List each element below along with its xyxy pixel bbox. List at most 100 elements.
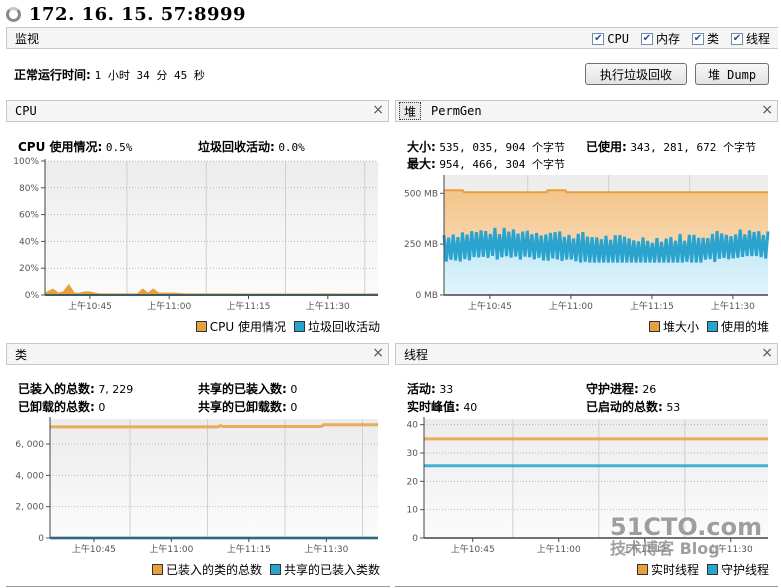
close-icon[interactable]: × xyxy=(372,102,384,118)
classes-chart: 0 2, 000 4, 000 6, 000 上午10:45 上午11:00 上午11:15… xyxy=(15,417,378,555)
legend-item-heap-used: 使用的堆 xyxy=(706,318,769,335)
uptime-label: 正常运行时间: xyxy=(14,68,91,82)
stat-value: 7, 229 xyxy=(98,383,134,396)
stat-label: 已卸载的总数: xyxy=(18,400,95,414)
window-title-bar: 172. 16. 15. 57:8999 xyxy=(6,2,246,26)
legend-swatch xyxy=(269,564,281,575)
y-tick-label: 0 xyxy=(412,534,418,544)
cpu-panel-title: CPU xyxy=(15,104,37,118)
y-tick-label: 250 MB xyxy=(404,240,438,250)
heap-dump-button[interactable]: 堆 Dump xyxy=(695,63,769,85)
stat-value: 343, 281, 672 个字节 xyxy=(630,141,757,154)
legend-swatch xyxy=(706,321,718,332)
x-tick-label: 上午10:45 xyxy=(468,300,512,312)
stat-value: 40 xyxy=(463,401,478,414)
legend-item-daemon: 守护线程 xyxy=(706,561,769,578)
close-icon[interactable]: × xyxy=(761,345,773,361)
heap-used-stat: 已使用: 343, 281, 672 个字节 xyxy=(586,138,756,155)
x-tick-label: 上午10:45 xyxy=(451,543,495,555)
shared-unloaded-stat: 共享的已卸载数: 0 xyxy=(198,398,297,415)
stat-label: 活动: xyxy=(407,382,436,396)
stat-label: 已启动的总数: xyxy=(586,400,663,414)
plot-background xyxy=(50,419,378,538)
stat-label: 大小: xyxy=(407,140,436,154)
x-tick-label: 上午11:15 xyxy=(227,543,271,555)
y-tick-label: 0 xyxy=(38,534,44,544)
legend-label: 守护线程 xyxy=(720,563,769,577)
classes-loaded-stat: 已装入的总数: 7, 229 xyxy=(18,380,133,397)
stat-label: 最大: xyxy=(407,157,436,171)
heap-chart: 0 MB 250 MB 500 MB 上午10:45 上午11:00 上午11:15 上午1… xyxy=(404,175,770,312)
classes-panel-title: 类 xyxy=(15,347,28,362)
threads-peak-stat: 实时峰值: 40 xyxy=(407,398,477,415)
legend-item-gc: 垃圾回收活动 xyxy=(293,318,380,335)
gc-activity-stat: 垃圾回收活动: 0.0% xyxy=(198,138,305,155)
connection-title: 172. 16. 15. 57:8999 xyxy=(29,3,247,25)
close-icon[interactable]: × xyxy=(761,102,773,118)
cpu-usage-stat: CPU 使用情况: 0.5% xyxy=(18,138,132,155)
toggle-memory-checkbox[interactable]: ✔ 内存 xyxy=(640,30,680,47)
x-tick-label: 上午10:45 xyxy=(68,300,112,312)
threads-legend: 实时线程 守护线程 xyxy=(636,561,769,578)
view-toggles: ✔ CPU ✔ 内存 ✔ 类 ✔ 线程 xyxy=(592,30,770,47)
x-tick-label: 上午10:45 xyxy=(72,543,116,555)
toggle-label: 内存 xyxy=(655,32,680,46)
legend-item-heap-size: 堆大小 xyxy=(648,318,699,335)
cpu-panel-header: CPU × xyxy=(6,100,389,122)
heap-legend: 堆大小 使用的堆 xyxy=(648,318,769,335)
checkbox-checked-icon: ✔ xyxy=(691,32,704,45)
tab-heap[interactable]: 堆 xyxy=(399,102,422,120)
stat-label: 共享的已卸载数: xyxy=(198,400,287,414)
y-tick-label: 4, 000 xyxy=(15,471,44,481)
y-tick-label: 500 MB xyxy=(404,189,438,199)
y-tick-label: 0% xyxy=(25,291,40,301)
stat-label: 守护进程: xyxy=(586,382,639,396)
stat-value: 26 xyxy=(642,383,657,396)
tab-permgen[interactable]: PermGen xyxy=(427,102,486,120)
x-tick-label: 上午11:30 xyxy=(306,300,350,312)
cpu-chart: 0% 20% 40% 60% 80% 100% 上午10:45 上午11:00 上午11:15 上… xyxy=(13,157,379,312)
x-tick-label: 上午11:00 xyxy=(147,300,191,312)
stat-label: 共享的已装入数: xyxy=(198,382,287,396)
classes-legend: 已装入的类的总数 共享的已装入类数 xyxy=(151,561,380,578)
divider xyxy=(6,586,390,587)
heap-max-stat: 最大: 954, 466, 304 个字节 xyxy=(407,155,565,172)
legend-item-live: 实时线程 xyxy=(636,561,699,578)
toggle-label: 类 xyxy=(706,32,719,46)
close-icon[interactable]: × xyxy=(372,345,384,361)
y-tick-label: 80% xyxy=(19,184,39,194)
y-tick-label: 2, 000 xyxy=(15,503,44,513)
stat-value: 0 xyxy=(98,401,106,414)
stat-label: 实时峰值: xyxy=(407,400,460,414)
legend-label: CPU 使用情况 xyxy=(209,320,286,334)
toggle-classes-checkbox[interactable]: ✔ 类 xyxy=(691,30,719,47)
perform-gc-button[interactable]: 执行垃圾回收 xyxy=(585,63,687,85)
stat-value: 33 xyxy=(439,383,454,396)
x-tick-label: 上午11:30 xyxy=(304,543,348,555)
stat-value: 0.0% xyxy=(278,141,305,154)
x-tick-label: 上午11:15 xyxy=(630,300,674,312)
y-tick-label: 10 xyxy=(407,506,419,516)
y-tick-label: 40 xyxy=(407,421,419,431)
y-tick-label: 0 MB xyxy=(415,291,438,301)
stat-value: 53 xyxy=(666,401,681,414)
checkbox-checked-icon: ✔ xyxy=(730,32,743,45)
x-tick-label: 上午11:00 xyxy=(149,543,193,555)
legend-swatch xyxy=(195,321,207,332)
shared-loaded-stat: 共享的已装入数: 0 xyxy=(198,380,297,397)
legend-label: 堆大小 xyxy=(662,320,699,334)
cpu-legend: CPU 使用情况 垃圾回收活动 xyxy=(195,318,380,335)
classes-unloaded-stat: 已卸载的总数: 0 xyxy=(18,398,105,415)
checkbox-checked-icon: ✔ xyxy=(592,32,605,45)
memory-panel-header: 堆 PermGen × xyxy=(395,100,778,122)
toggle-cpu-checkbox[interactable]: ✔ CPU xyxy=(592,32,629,46)
y-tick-label: 20% xyxy=(19,264,39,274)
x-tick-label: 上午11:00 xyxy=(537,543,581,555)
x-tick-label: 上午11:15 xyxy=(227,300,271,312)
x-tick-label: 上午11:30 xyxy=(711,300,755,312)
toggle-threads-checkbox[interactable]: ✔ 线程 xyxy=(730,30,770,47)
y-tick-label: 60% xyxy=(19,211,39,221)
legend-swatch xyxy=(636,564,648,575)
legend-label: 垃圾回收活动 xyxy=(307,320,380,334)
legend-swatch xyxy=(293,321,305,332)
